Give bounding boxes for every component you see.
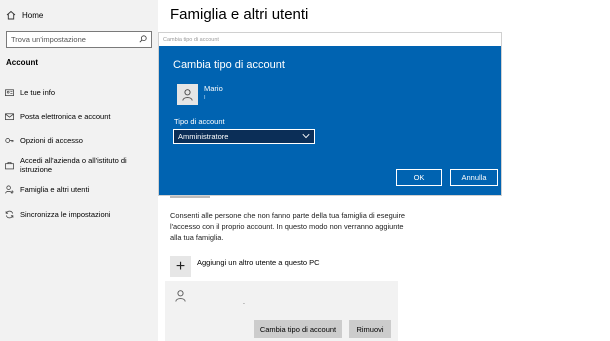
briefcase-icon	[4, 160, 14, 170]
sidebar-nav: Le tue info Posta elettronica e account …	[4, 80, 156, 226]
mail-icon	[4, 112, 14, 122]
home-icon	[6, 10, 16, 20]
plus-icon: +	[175, 257, 186, 275]
search-icon	[139, 34, 147, 45]
search-placeholder: Trova un'impostazione	[11, 35, 86, 44]
dialog-heading: Cambia tipo di account	[173, 59, 285, 71]
section-title: Account	[6, 58, 38, 67]
sidebar-item-label: Posta elettronica e account	[20, 112, 111, 122]
user-card-detail: .	[243, 299, 245, 306]
user-card-icon	[4, 87, 14, 97]
user-avatar-icon	[174, 289, 187, 302]
add-user-button[interactable]: +	[170, 256, 191, 277]
change-account-type-dialog: Cambia tipo di account Cambia tipo di ac…	[158, 32, 502, 196]
page-title: Famiglia e altri utenti	[170, 6, 309, 23]
home-link[interactable]: Home	[6, 10, 43, 20]
remove-button[interactable]: Rimuovi	[349, 320, 391, 338]
other-users-description: Consenti alle persone che non fanno part…	[170, 211, 406, 242]
user-card[interactable]: . Cambia tipo di account Rimuovi	[165, 281, 398, 341]
sidebar-item-label: Famiglia e altri utenti	[20, 185, 90, 195]
sidebar-item-email[interactable]: Posta elettronica e account	[4, 104, 156, 128]
hidden-heading-fragment	[170, 196, 210, 198]
sidebar-item-label: Accedi all'azienda o all'istituto di ist…	[20, 156, 127, 175]
account-type-select[interactable]: Amministratore	[173, 129, 315, 144]
sidebar-item-sign-in-options[interactable]: Opzioni di accesso	[4, 129, 156, 153]
dialog-user-detail: I	[204, 95, 206, 101]
chevron-down-icon	[302, 132, 310, 141]
dialog-titlebar[interactable]: Cambia tipo di account	[159, 33, 501, 46]
sidebar: Home Trova un'impostazione Account Le tu…	[0, 0, 158, 341]
sync-icon	[4, 209, 14, 219]
add-user-label: Aggiungi un altro utente a questo PC	[197, 258, 320, 267]
sidebar-item-label: Sincronizza le impostazioni	[20, 209, 111, 219]
home-label: Home	[22, 10, 44, 20]
sidebar-item-label: Le tue info	[20, 87, 56, 97]
dialog-user-name: Mario	[204, 84, 223, 93]
person-add-icon	[4, 185, 14, 195]
add-user-row[interactable]: + Aggiungi un altro utente a questo PC	[170, 256, 320, 277]
change-account-type-button[interactable]: Cambia tipo di account	[254, 320, 342, 338]
user-avatar-icon	[177, 84, 198, 105]
cancel-button[interactable]: Annulla	[450, 169, 498, 186]
ok-button[interactable]: OK	[396, 169, 442, 186]
search-input[interactable]: Trova un'impostazione	[6, 31, 152, 48]
sidebar-item-work-school[interactable]: Accedi all'azienda o all'istituto di ist…	[4, 153, 156, 177]
sidebar-item-family[interactable]: Famiglia e altri utenti	[4, 178, 156, 202]
sidebar-item-sync[interactable]: Sincronizza le impostazioni	[4, 202, 156, 226]
sidebar-item-label: Opzioni di accesso	[20, 136, 83, 146]
account-type-value: Amministratore	[178, 132, 229, 141]
key-icon	[4, 136, 14, 146]
sidebar-item-your-info[interactable]: Le tue info	[4, 80, 156, 104]
account-type-label: Tipo di account	[174, 117, 225, 126]
